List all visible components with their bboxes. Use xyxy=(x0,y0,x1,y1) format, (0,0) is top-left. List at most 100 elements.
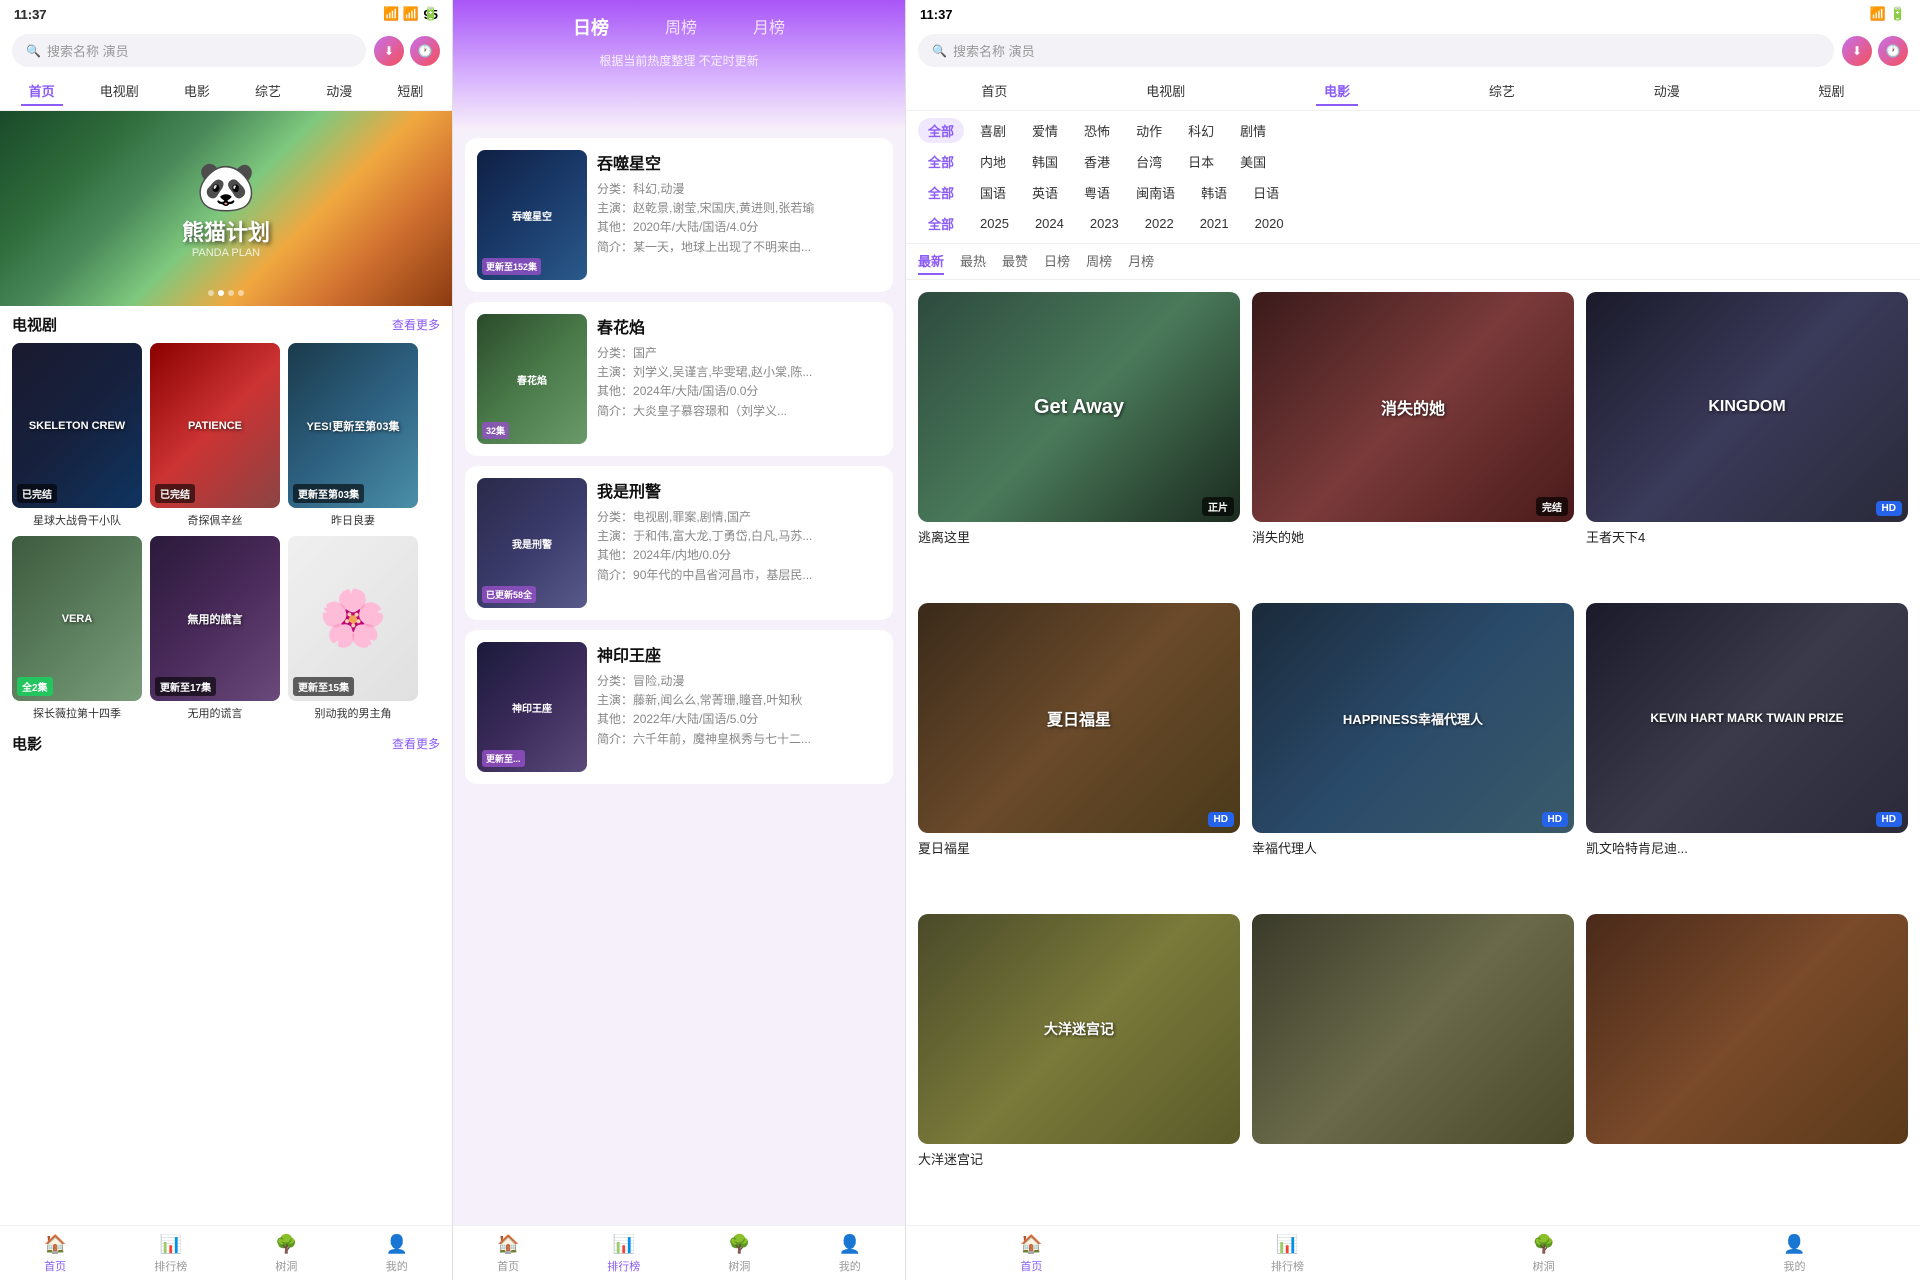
filter-row-type: 全部 喜剧 爱情 恐怖 动作 科幻 剧情 xyxy=(918,115,1908,146)
home-nav-home[interactable]: 🏠 首页 xyxy=(44,1234,66,1274)
tab-home[interactable]: 首页 xyxy=(21,77,63,106)
filter-lang-all[interactable]: 全部 xyxy=(918,180,964,205)
filter-lang-minnan[interactable]: 闽南语 xyxy=(1126,180,1185,205)
filter-lang-mandarin[interactable]: 国语 xyxy=(970,180,1016,205)
movies-tab-movie[interactable]: 电影 xyxy=(1316,77,1358,106)
movies-tab-variety[interactable]: 综艺 xyxy=(1481,77,1523,106)
movie-card-5[interactable]: HAPPINESS幸福代理人 HD 幸福代理人 xyxy=(1252,603,1574,902)
filter-type-all[interactable]: 全部 xyxy=(918,118,964,143)
filter-region-mainland[interactable]: 内地 xyxy=(970,149,1016,174)
sort-tab-weekly[interactable]: 周榜 xyxy=(1086,248,1112,275)
movies-tab-short[interactable]: 短剧 xyxy=(1811,77,1853,106)
search-input-movies[interactable]: 🔍 搜索名称 演员 xyxy=(918,34,1834,67)
rank-item-4[interactable]: 神印王座 更新至... 神印王座 分类：冒险,动漫 主演：藤新,闻么么,常菁珊,… xyxy=(465,630,893,784)
movie-card-1[interactable]: Get Away 正片 逃离这里 xyxy=(918,292,1240,591)
sort-tab-monthly[interactable]: 月榜 xyxy=(1128,248,1154,275)
home-nav-profile[interactable]: 👤 我的 xyxy=(386,1234,408,1274)
filter-year-2021[interactable]: 2021 xyxy=(1190,213,1239,234)
search-placeholder-home: 搜索名称 演员 xyxy=(47,41,129,60)
flower-icon: 🌸 xyxy=(319,591,387,646)
movie-card-8[interactable] xyxy=(1252,914,1574,1213)
rank-thumb-2: 春花焰 32集 xyxy=(477,314,587,444)
filter-year-2025[interactable]: 2025 xyxy=(970,213,1019,234)
filter-year-2022[interactable]: 2022 xyxy=(1135,213,1184,234)
movie-section-more[interactable]: 查看更多 xyxy=(392,735,440,752)
rank-item-2[interactable]: 春花焰 32集 春花焰 分类：国产 主演：刘学义,吴谨言,毕雯珺,赵小棠,陈..… xyxy=(465,302,893,456)
rank-tabs: 日榜 周榜 月榜 xyxy=(453,0,905,48)
history-icon[interactable]: ⬇ xyxy=(374,36,404,66)
filter-year-2020[interactable]: 2020 xyxy=(1245,213,1294,234)
rank-nav-tree[interactable]: 🌳 树洞 xyxy=(728,1234,750,1274)
rank-tab-weekly[interactable]: 周榜 xyxy=(657,10,705,44)
movies-tab-home[interactable]: 首页 xyxy=(973,77,1015,106)
sort-tab-daily[interactable]: 日榜 xyxy=(1044,248,1070,275)
home-nav-rank[interactable]: 📊 排行榜 xyxy=(154,1234,187,1274)
filter-type-comedy[interactable]: 喜剧 xyxy=(970,118,1016,143)
rank-tab-daily[interactable]: 日榜 xyxy=(565,10,617,44)
movie-card-3[interactable]: KINGDOM HD 王者天下4 xyxy=(1586,292,1908,591)
filter-region-japan[interactable]: 日本 xyxy=(1178,149,1224,174)
filter-year-2023[interactable]: 2023 xyxy=(1080,213,1129,234)
filter-region-taiwan[interactable]: 台湾 xyxy=(1126,149,1172,174)
movie-card-4[interactable]: 夏日福星 HD 夏日福星 xyxy=(918,603,1240,902)
show-card-2[interactable]: PATIENCE 已完结 奇探佩辛丝 xyxy=(150,343,280,528)
filter-type-scifi[interactable]: 科幻 xyxy=(1178,118,1224,143)
tab-anime[interactable]: 动漫 xyxy=(318,77,360,106)
movie-card-9[interactable] xyxy=(1586,914,1908,1213)
movies-nav-profile[interactable]: 👤 我的 xyxy=(1783,1234,1805,1274)
filter-lang-english[interactable]: 英语 xyxy=(1022,180,1068,205)
filter-region-hk[interactable]: 香港 xyxy=(1074,149,1120,174)
movie-text-4: 夏日福星 xyxy=(1047,706,1111,730)
filter-type-romance[interactable]: 爱情 xyxy=(1022,118,1068,143)
rank-tab-monthly[interactable]: 月榜 xyxy=(745,10,793,44)
filter-region-us[interactable]: 美国 xyxy=(1230,149,1276,174)
filter-type-action[interactable]: 动作 xyxy=(1126,118,1172,143)
movie-card-7[interactable]: 大洋迷宫记 大洋迷宫记 xyxy=(918,914,1240,1213)
rank-year-1: 其他：2020年/大陆/国语/4.0分 xyxy=(597,218,881,237)
search-input-home[interactable]: 🔍 搜索名称 演员 xyxy=(12,34,366,67)
sort-tab-newest[interactable]: 最新 xyxy=(918,248,944,275)
tv-section-more[interactable]: 查看更多 xyxy=(392,316,440,333)
tab-movie[interactable]: 电影 xyxy=(176,77,218,106)
movies-tab-anime[interactable]: 动漫 xyxy=(1646,77,1688,106)
filter-type-drama[interactable]: 剧情 xyxy=(1230,118,1276,143)
filter-region-all[interactable]: 全部 xyxy=(918,149,964,174)
filter-lang-japanese[interactable]: 日语 xyxy=(1243,180,1289,205)
rank-item-1[interactable]: 吞噬星空 更新至152集 吞噬星空 分类：科幻,动漫 主演：赵乾景,谢莹,宋国庆… xyxy=(465,138,893,292)
show-card-4[interactable]: VERA 全2集 探长薇拉第十四季 xyxy=(12,536,142,721)
rank-nav-rank[interactable]: 📊 排行榜 xyxy=(607,1234,640,1274)
tab-short[interactable]: 短剧 xyxy=(389,77,431,106)
rank-item-3[interactable]: 我是刑警 已更新58全 我是刑警 分类：电视剧,罪案,剧情,国产 主演：于和伟,… xyxy=(465,466,893,620)
filter-year-all[interactable]: 全部 xyxy=(918,211,964,236)
show-card-5[interactable]: 無用的謊言 更新至17集 无用的谎言 xyxy=(150,536,280,721)
show-card-1[interactable]: SKELETON CREW 已完结 星球大战骨干小队 xyxy=(12,343,142,528)
movie-card-2[interactable]: 消失的她 完结 消失的她 xyxy=(1252,292,1574,591)
movies-tab-tv[interactable]: 电视剧 xyxy=(1138,77,1193,106)
rank-nav-home[interactable]: 🏠 首页 xyxy=(497,1234,519,1274)
badge-5: 更新至17集 xyxy=(155,677,216,696)
tab-tv[interactable]: 电视剧 xyxy=(92,77,147,106)
movies-nav-home[interactable]: 🏠 首页 xyxy=(1020,1234,1042,1274)
filter-year-2024[interactable]: 2024 xyxy=(1025,213,1074,234)
filter-lang-korean[interactable]: 韩语 xyxy=(1191,180,1237,205)
show-text-1: SKELETON CREW xyxy=(19,420,136,432)
show-card-6[interactable]: 🌸 更新至15集 别动我的男主角 xyxy=(288,536,418,721)
tab-variety[interactable]: 综艺 xyxy=(247,77,289,106)
movie-card-6[interactable]: KEVIN HART MARK TWAIN PRIZE HD 凯文哈特肯尼迪..… xyxy=(1586,603,1908,902)
movies-nav-tree[interactable]: 🌳 树洞 xyxy=(1532,1234,1554,1274)
movies-clock-icon[interactable]: 🕐 xyxy=(1878,36,1908,66)
hero-banner[interactable]: 🐼 熊猫计划 PANDA PLAN xyxy=(0,111,452,306)
movies-nav-rank[interactable]: 📊 排行榜 xyxy=(1271,1234,1304,1274)
clock-icon[interactable]: 🕐 xyxy=(410,36,440,66)
filter-type-horror[interactable]: 恐怖 xyxy=(1074,118,1120,143)
rank-nav-profile[interactable]: 👤 我的 xyxy=(839,1234,861,1274)
filter-region-korea[interactable]: 韩国 xyxy=(1022,149,1068,174)
show-card-3[interactable]: YES!更新至第03集 更新至第03集 昨日良妻 xyxy=(288,343,418,528)
home-nav-tree[interactable]: 🌳 树洞 xyxy=(275,1234,297,1274)
rank-meta-1: 分类：科幻,动漫 主演：赵乾景,谢莹,宋国庆,黄进则,张若瑜 其他：2020年/… xyxy=(597,180,881,257)
movie-badge-4: HD xyxy=(1208,812,1234,827)
sort-tab-hottest[interactable]: 最热 xyxy=(960,248,986,275)
sort-tab-best[interactable]: 最赞 xyxy=(1002,248,1028,275)
filter-lang-cantonese[interactable]: 粤语 xyxy=(1074,180,1120,205)
movies-history-icon[interactable]: ⬇ xyxy=(1842,36,1872,66)
